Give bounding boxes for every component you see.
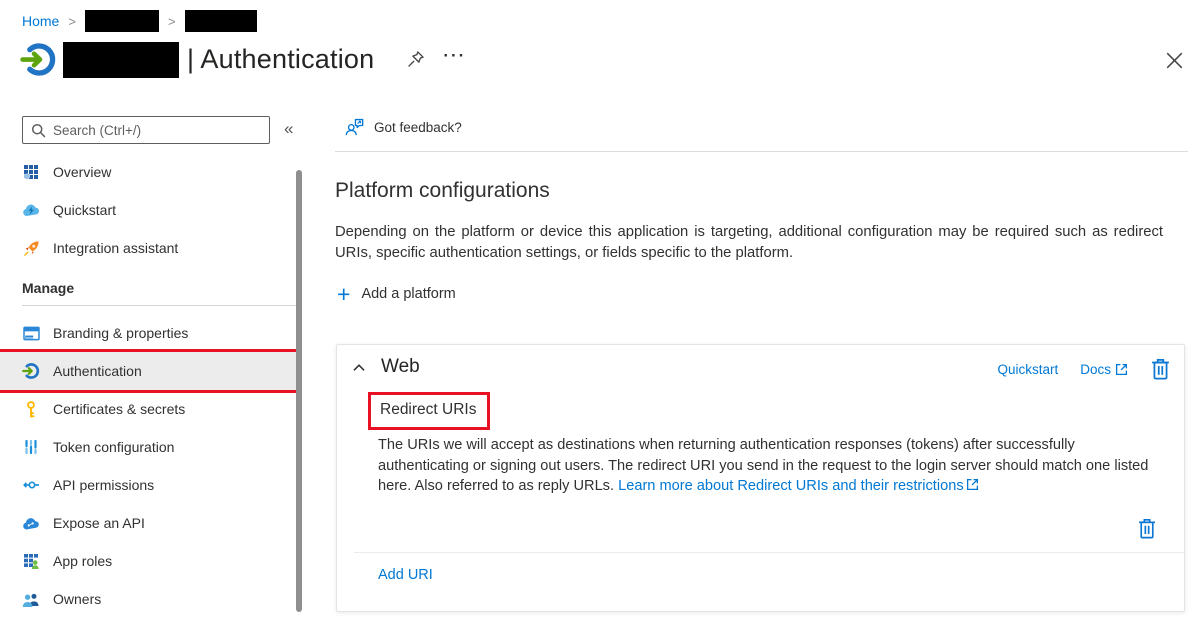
sidebar-item-label: Integration assistant <box>53 240 178 256</box>
breadcrumb-redacted-link[interactable] <box>85 10 159 32</box>
docs-link-label: Docs <box>1080 362 1111 377</box>
feedback-person-icon <box>345 118 364 136</box>
redirect-uris-heading: Redirect URIs <box>368 392 490 430</box>
sidebar-divider <box>22 305 296 306</box>
title-bar: | Authentication ··· <box>20 41 466 78</box>
sidebar-item-app-roles[interactable]: App roles <box>0 542 296 580</box>
sliders-icon <box>22 438 40 456</box>
people-icon <box>22 590 40 608</box>
sidebar-item-quickstart[interactable]: Quickstart <box>0 191 296 229</box>
learn-more-link-label: Learn more about Redirect URIs and their… <box>618 478 964 494</box>
web-platform-card: Web Quickstart Docs Redirect URIs The UR… <box>336 344 1185 612</box>
sidebar-item-label: Branding & properties <box>53 325 188 341</box>
sidebar-scrollbar[interactable] <box>296 170 302 612</box>
cloud-icon <box>22 514 40 532</box>
toolbar-divider <box>335 151 1188 152</box>
sidebar-item-label: Overview <box>53 164 111 180</box>
grid-person-icon <box>22 552 40 570</box>
chevron-up-icon <box>352 363 366 372</box>
add-a-platform-button[interactable]: + Add a platform <box>337 285 456 303</box>
delete-web-platform-button[interactable] <box>1150 357 1171 381</box>
authentication-icon <box>22 362 40 380</box>
svg-text:www: www <box>25 335 33 339</box>
sidebar-item-overview[interactable]: Overview <box>0 153 296 191</box>
breadcrumb: Home > > <box>22 9 257 33</box>
redirect-uris-description: The URIs we will accept as destinations … <box>378 435 1164 497</box>
sidebar-item-integration-assistant[interactable]: Integration assistant <box>0 229 296 267</box>
close-button[interactable] <box>1166 52 1183 69</box>
breadcrumb-redacted-link[interactable] <box>185 10 257 32</box>
web-card-title: Web <box>381 356 420 378</box>
sidebar-item-label: Expose an API <box>53 515 145 531</box>
app-name-redacted <box>63 42 179 78</box>
sidebar-search <box>22 116 270 144</box>
quickstart-link[interactable]: Quickstart <box>997 362 1058 377</box>
sidebar-item-api-permissions[interactable]: API permissions <box>0 466 296 504</box>
sidebar-item-branding-properties[interactable]: www Branding & properties <box>0 314 296 352</box>
collapse-web-section-button[interactable] <box>352 363 366 372</box>
platform-configurations-description: Depending on the platform or device this… <box>335 222 1163 264</box>
sidebar-item-owners[interactable]: Owners <box>0 580 296 618</box>
search-input[interactable] <box>53 123 261 138</box>
sidebar-section-manage: Manage <box>0 267 296 300</box>
sidebar-item-certificates-secrets[interactable]: Certificates & secrets <box>0 390 296 428</box>
close-icon <box>1166 52 1183 69</box>
sidebar-item-label: Authentication <box>53 363 142 379</box>
pin-icon <box>405 49 426 70</box>
uri-row-divider <box>354 552 1184 553</box>
rocket-icon <box>22 239 40 257</box>
page-title: | Authentication <box>187 44 374 75</box>
docs-link[interactable]: Docs <box>1080 362 1128 377</box>
breadcrumb-home-link[interactable]: Home <box>22 13 59 29</box>
browser-window-icon: www <box>22 324 40 342</box>
azure-portal-page: Home > > | Authentication ··· <box>0 0 1200 621</box>
search-icon <box>31 123 46 138</box>
sidebar-item-expose-an-api[interactable]: Expose an API <box>0 504 296 542</box>
got-feedback-button[interactable]: Got feedback? <box>345 118 462 136</box>
external-link-icon <box>1115 363 1128 376</box>
plus-icon: + <box>337 285 350 303</box>
breadcrumb-separator: > <box>168 14 176 29</box>
trash-icon <box>1137 517 1157 540</box>
sidebar-item-token-configuration[interactable]: Token configuration <box>0 428 296 466</box>
sidebar-item-label: App roles <box>53 553 112 569</box>
sidebar-item-label: Quickstart <box>53 202 116 218</box>
trash-icon <box>1150 357 1171 381</box>
learn-more-link[interactable]: Learn more about Redirect URIs and their… <box>618 478 979 494</box>
external-link-icon <box>966 478 979 491</box>
quickstart-cloud-icon <box>22 201 40 219</box>
more-options-button[interactable]: ··· <box>443 47 466 72</box>
api-node-icon <box>22 476 40 494</box>
collapse-sidebar-button[interactable]: « <box>284 119 293 139</box>
sidebar-item-authentication[interactable]: Authentication <box>0 352 296 390</box>
breadcrumb-separator: > <box>68 14 76 29</box>
sidebar-item-label: Certificates & secrets <box>53 401 185 417</box>
sidebar-item-label: Token configuration <box>53 439 174 455</box>
add-a-platform-label: Add a platform <box>361 286 455 302</box>
pin-button[interactable] <box>405 49 426 70</box>
platform-configurations-heading: Platform configurations <box>335 179 550 203</box>
sidebar-nav: Overview Quickstart Integra <box>0 153 296 618</box>
key-icon <box>22 400 40 418</box>
sidebar-item-label: Owners <box>53 591 101 607</box>
overview-grid-icon <box>22 163 40 181</box>
web-card-actions: Quickstart Docs <box>997 357 1171 381</box>
delete-uri-button[interactable] <box>1137 517 1157 540</box>
got-feedback-label: Got feedback? <box>374 120 462 135</box>
app-registration-icon <box>20 41 57 78</box>
add-uri-button[interactable]: Add URI <box>378 567 433 583</box>
sidebar-item-label: API permissions <box>53 477 154 493</box>
